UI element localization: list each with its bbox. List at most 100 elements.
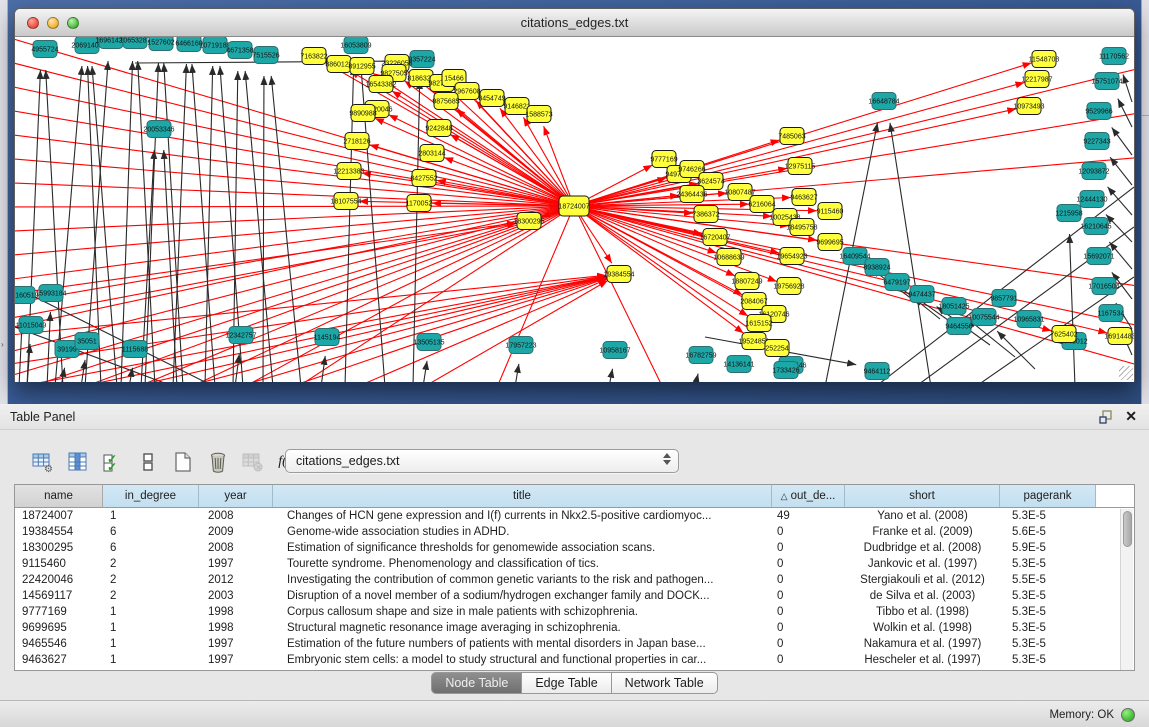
- network-node[interactable]: 9699695: [816, 234, 843, 251]
- float-window-icon[interactable]: [1099, 410, 1113, 424]
- network-node[interactable]: 9890988: [349, 105, 376, 122]
- delete-rows-trash-button[interactable]: [205, 449, 231, 475]
- column-header-in-degree[interactable]: in_degree: [103, 485, 199, 507]
- network-node[interactable]: 35051: [75, 333, 99, 350]
- column-header-name[interactable]: name: [15, 485, 103, 507]
- table-row[interactable]: 2242004622012Investigating the contribut…: [15, 572, 1134, 588]
- network-node[interactable]: 2718126: [343, 133, 370, 150]
- network-node[interactable]: 12975115: [785, 158, 816, 175]
- network-node[interactable]: 18724007: [558, 196, 589, 216]
- table-selector-dropdown[interactable]: citations_edges.txt: [285, 449, 679, 473]
- network-node[interactable]: 7625402: [1050, 326, 1077, 343]
- network-node[interactable]: 1733426: [772, 362, 799, 379]
- network-node[interactable]: 1527602: [147, 37, 174, 51]
- network-node[interactable]: 12444130: [1076, 191, 1107, 208]
- network-node[interactable]: 4671358: [226, 42, 253, 59]
- row-height-button[interactable]: [135, 449, 161, 475]
- table-row[interactable]: 1456911722003Disruption of a novel membe…: [15, 588, 1134, 604]
- network-node[interactable]: 6216064: [748, 196, 775, 213]
- network-node[interactable]: 9464112: [864, 363, 891, 380]
- network-node[interactable]: 19654923: [776, 248, 807, 265]
- network-node[interactable]: 1170052: [406, 195, 433, 212]
- network-node[interactable]: 12342757: [225, 327, 256, 344]
- network-node[interactable]: 9115460: [817, 203, 844, 220]
- network-node[interactable]: 16782759: [685, 347, 716, 364]
- network-node[interactable]: 2803144: [418, 145, 445, 162]
- close-panel-icon[interactable]: ✕: [1125, 408, 1137, 425]
- network-node[interactable]: 9464556: [945, 318, 972, 335]
- column-header-short[interactable]: short: [845, 485, 1000, 507]
- network-node[interactable]: 18051425: [938, 298, 969, 315]
- network-node[interactable]: 11015049: [16, 317, 47, 334]
- tab-node-table[interactable]: Node Table: [431, 672, 522, 694]
- network-node[interactable]: 12217987: [1021, 71, 1052, 88]
- network-node[interactable]: 10958167: [599, 342, 630, 359]
- network-node[interactable]: 7485063: [778, 128, 805, 145]
- network-node[interactable]: 9857791: [990, 290, 1017, 307]
- resize-grip[interactable]: [1119, 366, 1133, 380]
- network-node[interactable]: 9529966: [1085, 103, 1112, 120]
- select-all-check-button[interactable]: ✓✓: [100, 449, 126, 475]
- network-node[interactable]: 18807249: [731, 273, 762, 290]
- table-scrollbar-thumb[interactable]: [1123, 511, 1132, 547]
- network-node[interactable]: 11170562: [1099, 48, 1129, 65]
- network-node[interactable]: 9875685: [432, 93, 459, 110]
- network-node[interactable]: 10075544: [968, 309, 999, 326]
- table-row[interactable]: 969969511998Structural magnetic resonanc…: [15, 620, 1134, 636]
- right-panel-edge[interactable]: [1141, 0, 1149, 404]
- network-node[interactable]: 19384554: [603, 266, 634, 283]
- tab-edge-table[interactable]: Edge Table: [522, 672, 611, 694]
- table-row[interactable]: 946554611997Estimation of the future num…: [15, 636, 1134, 652]
- network-node[interactable]: 9242848: [425, 120, 452, 137]
- network-node[interactable]: 4955724: [31, 41, 58, 58]
- network-node[interactable]: 1145194: [314, 329, 341, 346]
- network-node[interactable]: 1215958: [1055, 205, 1082, 222]
- network-node[interactable]: 17016504: [1088, 278, 1119, 295]
- network-node[interactable]: 12093872: [1078, 163, 1109, 180]
- network-node[interactable]: 12213383: [333, 163, 364, 180]
- network-node[interactable]: 16648784: [868, 93, 899, 110]
- network-node[interactable]: 18107554: [330, 193, 361, 210]
- select-column-button[interactable]: [65, 449, 91, 475]
- network-node[interactable]: 9227343: [1083, 133, 1110, 150]
- network-node[interactable]: 8427552: [410, 170, 437, 187]
- delete-table-disabled-button[interactable]: ✕: [240, 449, 266, 475]
- column-header-pagerank[interactable]: pagerank: [1000, 485, 1096, 507]
- network-node[interactable]: 10688639: [713, 249, 744, 266]
- network-node[interactable]: 8912955: [348, 58, 375, 75]
- network-node[interactable]: 14136141: [723, 356, 754, 373]
- network-node[interactable]: 18300295: [513, 213, 544, 230]
- table-scrollbar[interactable]: [1120, 509, 1133, 670]
- network-node[interactable]: 11548708: [1029, 51, 1060, 68]
- network-node[interactable]: 8938924: [863, 259, 890, 276]
- memory-ok-indicator-icon[interactable]: [1121, 708, 1135, 722]
- network-canvas[interactable]: 4955724206914061696142610653287152760264…: [15, 37, 1134, 382]
- column-header-title[interactable]: title: [273, 485, 772, 507]
- table-row[interactable]: 946362711997Embryonic stem cells: a mode…: [15, 652, 1134, 668]
- network-node[interactable]: 8454749: [478, 90, 505, 107]
- left-panel-edge[interactable]: ›: [0, 0, 8, 404]
- network-node[interactable]: 16210645: [1080, 218, 1111, 235]
- table-row[interactable]: 977716911998Corpus callosum shape and si…: [15, 604, 1134, 620]
- network-node[interactable]: 7386372: [692, 206, 719, 223]
- column-header-out-degree[interactable]: △out_de...: [772, 485, 845, 507]
- table-row[interactable]: 911546021997Tourette syndrome. Phenomeno…: [15, 556, 1134, 572]
- network-node[interactable]: 1167534: [1098, 305, 1125, 322]
- new-file-button[interactable]: [170, 449, 196, 475]
- network-node[interactable]: 10653287: [119, 37, 150, 49]
- create-table-button[interactable]: ⚙: [30, 449, 56, 475]
- network-node[interactable]: 15692071: [1083, 248, 1114, 265]
- network-node[interactable]: 17957223: [505, 337, 536, 354]
- network-node[interactable]: 1115688: [122, 341, 148, 358]
- table-row[interactable]: 1872400712008Changes of HCN gene express…: [15, 508, 1134, 524]
- network-node[interactable]: 18495758: [786, 219, 817, 236]
- network-node[interactable]: 15751074: [1091, 73, 1122, 90]
- network-node[interactable]: 7515526: [252, 47, 279, 64]
- network-node[interactable]: 7163822: [300, 48, 327, 65]
- network-node[interactable]: 10965831: [1013, 311, 1044, 328]
- network-node[interactable]: 6479197: [883, 274, 910, 291]
- network-node[interactable]: 15993184: [35, 285, 66, 302]
- network-node[interactable]: 16914483: [1104, 328, 1134, 345]
- network-node[interactable]: 16053809: [340, 37, 371, 54]
- network-node[interactable]: 252254: [765, 340, 789, 357]
